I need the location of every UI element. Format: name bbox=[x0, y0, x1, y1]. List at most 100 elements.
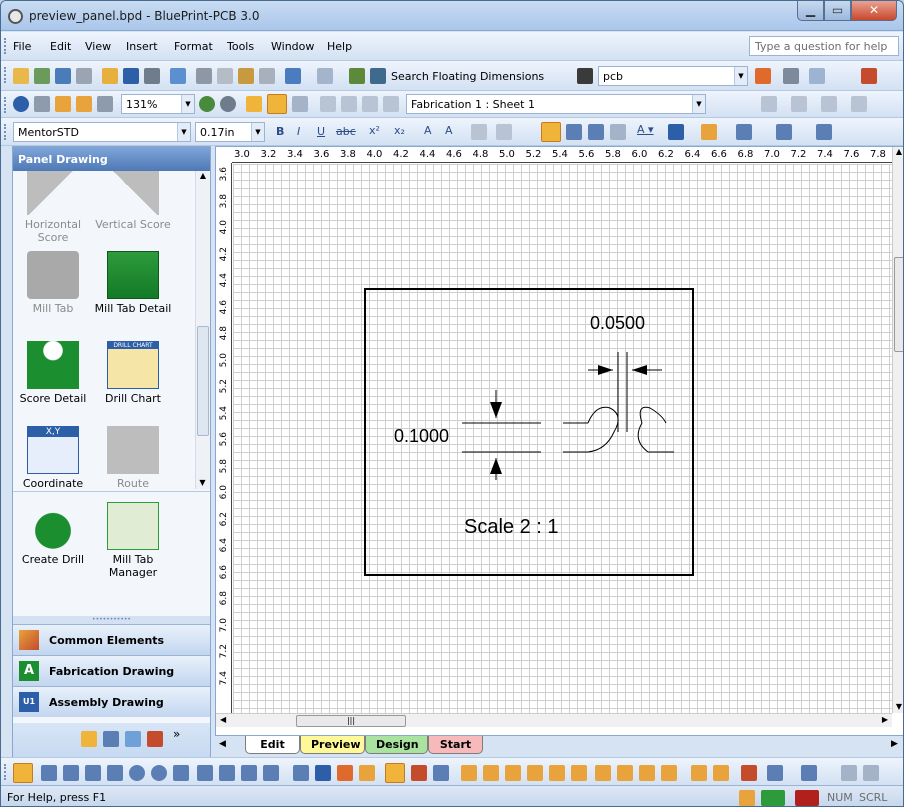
superscript-button[interactable]: x² bbox=[369, 124, 380, 137]
polyline-tool-icon[interactable] bbox=[63, 765, 79, 781]
cut-icon[interactable] bbox=[196, 68, 212, 84]
vertical-scrollbar[interactable]: ▲ ▼ bbox=[892, 147, 903, 713]
shapes-icon[interactable] bbox=[103, 731, 119, 747]
chain-dimension-icon[interactable] bbox=[433, 765, 449, 781]
arrow-style-icon[interactable] bbox=[816, 124, 832, 140]
open-folder-icon[interactable] bbox=[102, 68, 118, 84]
arc-tool-icon[interactable] bbox=[151, 765, 167, 781]
bold-button[interactable]: B bbox=[276, 125, 284, 138]
leader-tool-icon[interactable] bbox=[219, 765, 235, 781]
tab-scroll-left-icon[interactable]: ◀ bbox=[219, 739, 226, 749]
menu-edit[interactable]: Edit bbox=[50, 40, 71, 53]
menu-help[interactable]: Help bbox=[327, 40, 352, 53]
balloon-tool-icon[interactable] bbox=[241, 765, 257, 781]
clear-format-icon[interactable] bbox=[496, 124, 512, 140]
previous-page-icon[interactable] bbox=[341, 96, 357, 112]
line-style-icon[interactable] bbox=[776, 124, 792, 140]
arrow-tool-icon[interactable] bbox=[263, 765, 279, 781]
toolbar-grip[interactable] bbox=[4, 124, 7, 140]
minimize-button[interactable]: ▁ bbox=[797, 1, 824, 21]
redo-icon[interactable] bbox=[317, 68, 333, 84]
sidebar-item-mill-tab-manager[interactable]: Mill Tab Manager bbox=[93, 502, 173, 579]
chevron-down-icon[interactable]: ▼ bbox=[692, 95, 705, 113]
sidebar-item-vertical-score[interactable]: Vertical Score bbox=[93, 171, 173, 231]
snap-icon[interactable] bbox=[801, 765, 817, 781]
more-icon[interactable]: » bbox=[173, 727, 180, 741]
help-search-input[interactable]: Type a question for help bbox=[749, 36, 899, 56]
category-common-elements[interactable]: Common Elements bbox=[13, 624, 210, 655]
select-pointer-icon[interactable] bbox=[13, 763, 33, 783]
binoculars-icon[interactable] bbox=[577, 68, 593, 84]
chevron-down-icon[interactable]: ▼ bbox=[734, 67, 747, 85]
multi-page-icon[interactable] bbox=[292, 96, 308, 112]
ungroup-tool-icon[interactable] bbox=[661, 765, 677, 781]
curve-tool-icon[interactable] bbox=[85, 765, 101, 781]
sidebar-item-horizontal-score[interactable]: Horizontal Score bbox=[13, 171, 93, 244]
ordinate-dimension-icon[interactable] bbox=[385, 763, 405, 783]
toolbar-grip[interactable] bbox=[4, 38, 7, 54]
menu-format[interactable]: Format bbox=[174, 40, 213, 53]
chevron-down-icon[interactable]: ▼ bbox=[181, 95, 194, 113]
horizontal-scrollbar[interactable]: ◀ ||| ▶ bbox=[216, 713, 892, 727]
underline-button[interactable]: U bbox=[317, 125, 325, 138]
scroll-left-icon[interactable]: ◀ bbox=[220, 715, 226, 724]
paste-icon[interactable] bbox=[238, 68, 254, 84]
library-icon[interactable] bbox=[147, 731, 163, 747]
image-tool-icon[interactable] bbox=[571, 765, 587, 781]
font-size-combo[interactable]: 0.17in ▼ bbox=[195, 122, 265, 142]
scroll-down-icon[interactable]: ▼ bbox=[196, 478, 209, 487]
category-fabrication-drawing[interactable]: A Fabrication Drawing bbox=[13, 655, 210, 686]
last-page-icon[interactable] bbox=[383, 96, 399, 112]
note-tool-icon[interactable] bbox=[483, 765, 499, 781]
export-icon[interactable] bbox=[861, 68, 877, 84]
drawing-grid[interactable]: 0.0500 0.1000 Scale 2 : 1 bbox=[233, 164, 892, 713]
toolbar-grip[interactable] bbox=[4, 764, 7, 780]
measure-icon[interactable] bbox=[791, 96, 807, 112]
line-weight-icon[interactable] bbox=[736, 124, 752, 140]
sidebar-item-drill-chart[interactable]: DRILL CHART Drill Chart bbox=[93, 341, 173, 405]
single-page-icon[interactable] bbox=[246, 96, 262, 112]
stop-icon[interactable] bbox=[220, 96, 236, 112]
print-preview-icon[interactable] bbox=[144, 68, 160, 84]
strikethrough-button[interactable]: abc bbox=[336, 125, 356, 138]
sidebar-splitter[interactable]: ••••••••••• bbox=[13, 616, 210, 624]
view-tool-icon[interactable] bbox=[527, 765, 543, 781]
radius-dimension-icon[interactable] bbox=[337, 765, 353, 781]
eraser-icon[interactable] bbox=[741, 765, 757, 781]
circle-tool-icon[interactable] bbox=[129, 765, 145, 781]
dimension-label-height[interactable]: 0.1000 bbox=[394, 426, 449, 447]
tab-design[interactable]: Design bbox=[365, 736, 428, 754]
sidebar-item-create-drill[interactable]: Create Drill bbox=[13, 502, 93, 566]
sidebar-item-coordinate[interactable]: X,Y Coordinate bbox=[13, 426, 93, 490]
subscript-button[interactable]: x₂ bbox=[394, 124, 405, 137]
table-tool-icon[interactable] bbox=[461, 765, 477, 781]
menu-view[interactable]: View bbox=[85, 40, 111, 53]
dimension-tool-icon[interactable] bbox=[293, 765, 309, 781]
shrink-font-button[interactable]: A bbox=[445, 124, 453, 137]
layer-icon[interactable] bbox=[821, 96, 837, 112]
two-page-icon[interactable] bbox=[267, 94, 287, 114]
align-tool-icon[interactable] bbox=[595, 765, 611, 781]
vertical-scroll-thumb[interactable] bbox=[894, 257, 903, 352]
menu-file[interactable]: File bbox=[13, 40, 31, 53]
mill-tab-detail-frame[interactable]: 0.0500 0.1000 Scale 2 : 1 bbox=[364, 288, 694, 576]
align-left-icon[interactable] bbox=[541, 122, 561, 142]
drawing-canvas[interactable]: 3.0 3.2 3.4 3.6 3.8 4.0 4.2 4.4 4.6 4.8 5.0 5.2 5.4 5… bbox=[215, 146, 903, 736]
horizontal-scroll-thumb[interactable]: ||| bbox=[296, 715, 406, 727]
grow-font-button[interactable]: A bbox=[424, 124, 432, 137]
template-icon[interactable] bbox=[34, 68, 50, 84]
search-value-combo[interactable]: pcb ▼ bbox=[598, 66, 748, 86]
toolbar-grip[interactable] bbox=[4, 97, 7, 113]
zoom-combo[interactable]: 131% ▼ bbox=[121, 94, 195, 114]
new-icon[interactable] bbox=[13, 68, 29, 84]
search-dimensions-icon[interactable] bbox=[370, 68, 386, 84]
delete-icon[interactable] bbox=[259, 68, 275, 84]
group-tool-icon[interactable] bbox=[639, 765, 655, 781]
tab-preview[interactable]: Preview bbox=[300, 736, 365, 754]
send-back-icon[interactable] bbox=[713, 765, 729, 781]
menu-insert[interactable]: Insert bbox=[126, 40, 158, 53]
justify-icon[interactable] bbox=[610, 124, 626, 140]
callout-tool-icon[interactable] bbox=[197, 765, 213, 781]
datum-dimension-icon[interactable] bbox=[411, 765, 427, 781]
status-tool-icon[interactable] bbox=[739, 790, 755, 806]
